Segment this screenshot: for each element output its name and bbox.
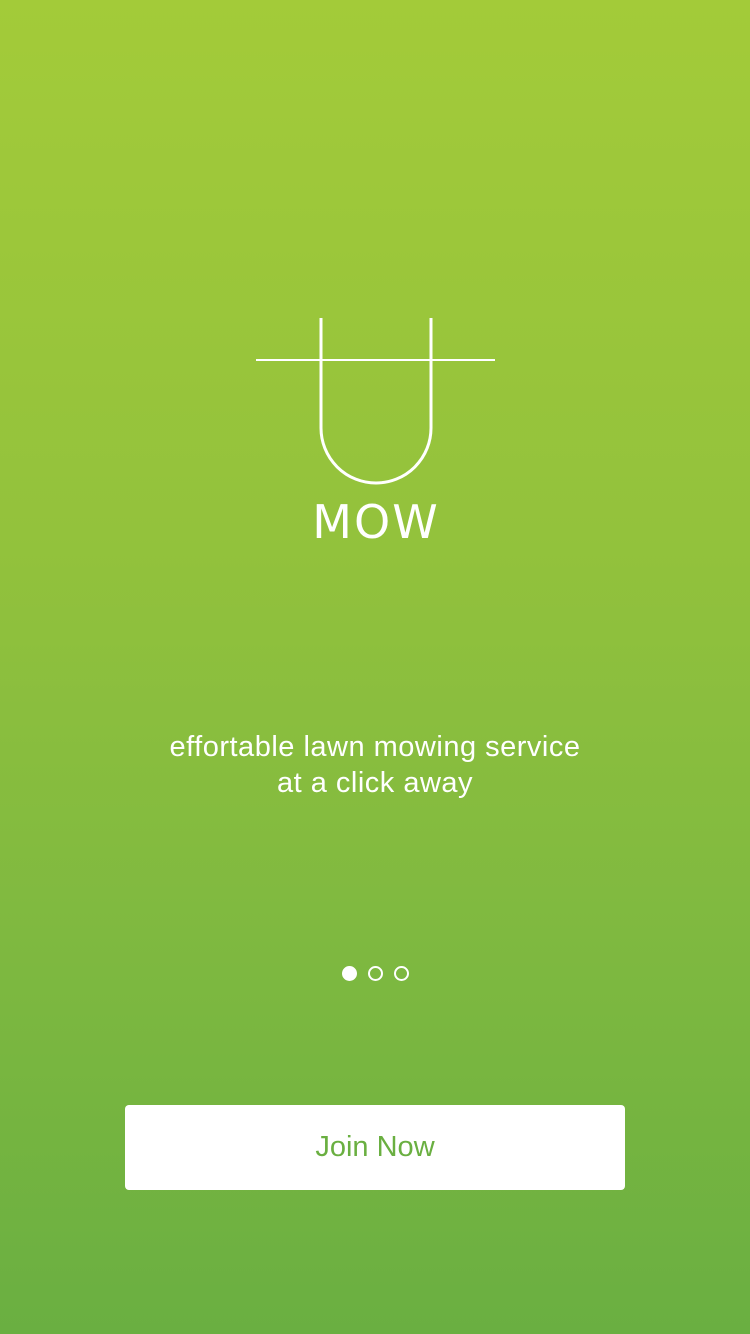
page-dot-1[interactable] <box>341 966 357 981</box>
u-logo-mark-icon <box>256 318 495 485</box>
onboarding-screen: MOW effortable lawn mowing service at a … <box>0 0 750 1334</box>
page-dot-2[interactable] <box>367 966 383 981</box>
umow-logo: MOW <box>255 315 497 547</box>
logo-wordmark: MOW <box>312 495 440 549</box>
page-dot-3[interactable] <box>393 966 409 981</box>
tagline: effortable lawn mowing service at a clic… <box>0 729 750 801</box>
tagline-line-2: at a click away <box>276 767 474 799</box>
tagline-line-1: effortable lawn mowing service <box>169 731 581 763</box>
page-indicator <box>0 966 750 986</box>
join-now-button[interactable]: Join Now <box>125 1105 625 1190</box>
